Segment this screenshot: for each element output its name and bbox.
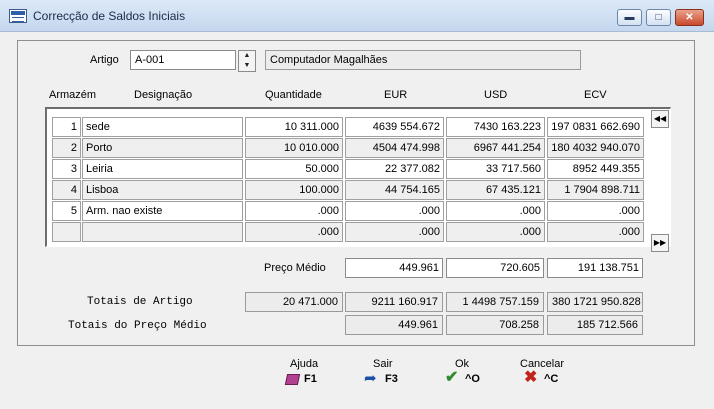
checkmark-icon: ✔ (445, 369, 459, 386)
row-usd[interactable]: .000 (446, 201, 545, 221)
row-usd[interactable]: 6967 441.254 (446, 138, 545, 158)
row-ecv[interactable]: .000 (547, 222, 644, 242)
row-number[interactable]: 3 (52, 159, 81, 179)
cancel-button[interactable]: Cancelar ✖ ^C (518, 358, 578, 392)
minimize-icon: ▬ (624, 12, 635, 23)
artigo-spinner[interactable]: ▲ ▼ (238, 50, 256, 72)
row-number[interactable]: 1 (52, 117, 81, 137)
row-number[interactable]: 2 (52, 138, 81, 158)
totais-artigo-ecv: 380 1721 950.828 (547, 292, 643, 312)
row-ecv[interactable]: 197 0831 662.690 (547, 117, 644, 137)
artigo-description-field: Computador Magalhães (265, 50, 581, 70)
row-usd[interactable]: .000 (446, 222, 545, 242)
col-header-ecv: ECV (584, 89, 607, 101)
totais-preco-eur: 449.961 (345, 315, 443, 335)
help-button-label: Ajuda (290, 358, 319, 370)
exit-button[interactable]: Sair ➦ F3 (362, 358, 414, 392)
row-designacao[interactable]: sede (82, 117, 243, 137)
ok-key: ^O (465, 373, 480, 385)
app-icon (9, 9, 27, 23)
spin-up-icon[interactable]: ▲ (239, 51, 255, 61)
artigo-label: Artigo (90, 54, 119, 66)
row-ecv[interactable]: 180 4032 940.070 (547, 138, 644, 158)
col-header-armazem: Armazém (49, 89, 97, 101)
row-designacao[interactable]: Arm. nao existe (82, 201, 243, 221)
row-designacao[interactable] (82, 222, 243, 242)
row-quantidade[interactable]: 50.000 (245, 159, 343, 179)
row-eur[interactable]: 22 377.082 (345, 159, 444, 179)
row-number[interactable] (52, 222, 81, 242)
row-ecv[interactable]: .000 (547, 201, 644, 221)
totais-preco-usd: 708.258 (446, 315, 544, 335)
col-header-usd: USD (484, 89, 508, 101)
exit-key: F3 (385, 373, 398, 385)
preco-medio-usd-input[interactable]: 720.605 (446, 258, 544, 278)
row-eur[interactable]: .000 (345, 222, 444, 242)
row-designacao[interactable]: Lisboa (82, 180, 243, 200)
row-eur[interactable]: .000 (345, 201, 444, 221)
maximize-icon: □ (655, 12, 662, 23)
cancel-x-icon: ✖ (524, 369, 538, 386)
totais-artigo-qty: 20 471.000 (245, 292, 343, 312)
col-header-designacao: Designação (134, 89, 193, 101)
totais-artigo-eur: 9211 160.917 (345, 292, 443, 312)
row-quantidade[interactable]: 10 010.000 (245, 138, 343, 158)
row-eur[interactable]: 44 754.165 (345, 180, 444, 200)
row-eur[interactable]: 4504 474.998 (345, 138, 444, 158)
row-eur[interactable]: 4639 554.672 (345, 117, 444, 137)
artigo-code-input[interactable]: A-001 (130, 50, 236, 70)
close-button[interactable]: ✕ (675, 9, 704, 26)
row-usd[interactable]: 7430 163.223 (446, 117, 545, 137)
row-usd[interactable]: 33 717.560 (446, 159, 545, 179)
book-icon (284, 374, 301, 385)
col-header-quantidade: Quantidade (265, 89, 322, 101)
minimize-button[interactable]: ▬ (617, 9, 642, 26)
double-left-arrow-icon: ◀◀ (653, 114, 667, 123)
row-ecv[interactable]: 8952 449.355 (547, 159, 644, 179)
preco-medio-eur-input[interactable]: 449.961 (345, 258, 443, 278)
totais-preco-label: Totais do Preço Médio (68, 320, 207, 332)
scroll-right-button[interactable]: ▶▶ (651, 234, 669, 252)
preco-medio-label: Preço Médio (264, 262, 326, 274)
scroll-left-button[interactable]: ◀◀ (651, 110, 669, 128)
help-key: F1 (304, 373, 317, 385)
help-button[interactable]: Ajuda F1 (278, 358, 330, 392)
maximize-button[interactable]: □ (646, 9, 671, 26)
exit-door-icon: ➦ (364, 370, 377, 387)
row-quantidade[interactable]: 10 311.000 (245, 117, 343, 137)
row-designacao[interactable]: Leiria (82, 159, 243, 179)
double-right-arrow-icon: ▶▶ (653, 238, 667, 247)
row-number[interactable]: 5 (52, 201, 81, 221)
row-quantidade[interactable]: 100.000 (245, 180, 343, 200)
ok-button[interactable]: Ok ✔ ^O (443, 358, 495, 392)
totais-artigo-usd: 1 4498 757.159 (446, 292, 544, 312)
exit-button-label: Sair (373, 358, 393, 370)
window-title: Correcção de Saldos Iniciais (33, 9, 186, 23)
row-designacao[interactable]: Porto (82, 138, 243, 158)
col-header-eur: EUR (384, 89, 408, 101)
close-icon: ✕ (685, 12, 694, 23)
preco-medio-ecv-input[interactable]: 191 138.751 (547, 258, 643, 278)
row-number[interactable]: 4 (52, 180, 81, 200)
row-quantidade[interactable]: .000 (245, 222, 343, 242)
row-quantidade[interactable]: .000 (245, 201, 343, 221)
row-ecv[interactable]: 1 7904 898.711 (547, 180, 644, 200)
spin-down-icon[interactable]: ▼ (239, 61, 255, 71)
totais-preco-ecv: 185 712.566 (547, 315, 643, 335)
row-usd[interactable]: 67 435.121 (446, 180, 545, 200)
totais-artigo-label: Totais de Artigo (87, 296, 193, 308)
cancel-key: ^C (544, 373, 559, 385)
